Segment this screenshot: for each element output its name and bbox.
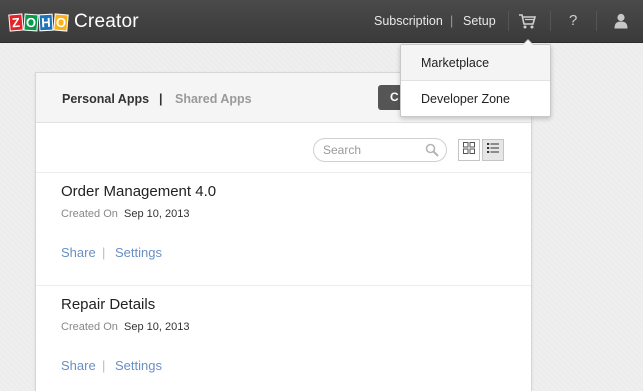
menu-item-marketplace[interactable]: Marketplace — [401, 45, 550, 81]
search-icon[interactable] — [425, 143, 439, 157]
link-separator: | — [102, 358, 106, 373]
zoho-logo-tiles: Z O H O — [8, 12, 69, 32]
logo-tile-z: Z — [8, 12, 24, 32]
app-card: Order Management 4.0 Created On Sep 10, … — [36, 173, 531, 286]
tab-separator: | — [159, 92, 163, 106]
created-on-label: Created On — [61, 208, 118, 220]
tab-shared-apps[interactable]: Shared Apps — [175, 92, 252, 106]
share-link[interactable]: Share — [61, 358, 96, 373]
grid-view-button[interactable] — [458, 139, 480, 161]
cart-icon[interactable] — [518, 13, 537, 33]
app-name[interactable]: Order Management 4.0 — [61, 183, 216, 200]
divider — [596, 11, 597, 31]
created-on-label: Created On — [61, 321, 118, 333]
grid-view-icon — [463, 141, 475, 159]
settings-link[interactable]: Settings — [115, 358, 162, 373]
search-input[interactable] — [323, 139, 423, 161]
divider — [508, 11, 509, 31]
logo-text: Creator — [74, 11, 139, 32]
settings-link[interactable]: Settings — [115, 245, 162, 260]
user-icon[interactable] — [614, 13, 628, 33]
list-view-button[interactable] — [482, 139, 504, 161]
link-separator: | — [102, 245, 106, 260]
subscription-link[interactable]: Subscription — [374, 14, 443, 28]
zoho-creator-logo[interactable]: Z O H O Creator — [8, 9, 139, 35]
nav-separator: | — [450, 14, 454, 28]
apps-panel: Personal Apps | Shared Apps C Search Ord… — [35, 72, 532, 391]
logo-tile-o2: O — [53, 12, 69, 32]
cart-dropdown-menu: Marketplace Developer Zone — [400, 39, 551, 117]
app-card: Repair Details Created On Sep 10, 2013 S… — [36, 286, 531, 391]
logo-tile-h: H — [38, 13, 54, 31]
list-view-icon — [487, 141, 499, 159]
divider — [550, 11, 551, 31]
menu-item-developer-zone[interactable]: Developer Zone — [401, 81, 550, 117]
help-icon[interactable]: ? — [569, 12, 577, 29]
tab-personal-apps[interactable]: Personal Apps — [62, 92, 149, 106]
top-bar: Z O H O Creator Subscription | Setup ? — [0, 0, 643, 43]
created-date: Sep 10, 2013 — [124, 321, 190, 333]
created-date: Sep 10, 2013 — [124, 208, 190, 220]
logo-tile-o: O — [23, 13, 39, 31]
setup-link[interactable]: Setup — [463, 14, 496, 28]
search-box — [313, 138, 447, 162]
toolbar — [36, 123, 531, 173]
app-name[interactable]: Repair Details — [61, 296, 155, 313]
share-link[interactable]: Share — [61, 245, 96, 260]
